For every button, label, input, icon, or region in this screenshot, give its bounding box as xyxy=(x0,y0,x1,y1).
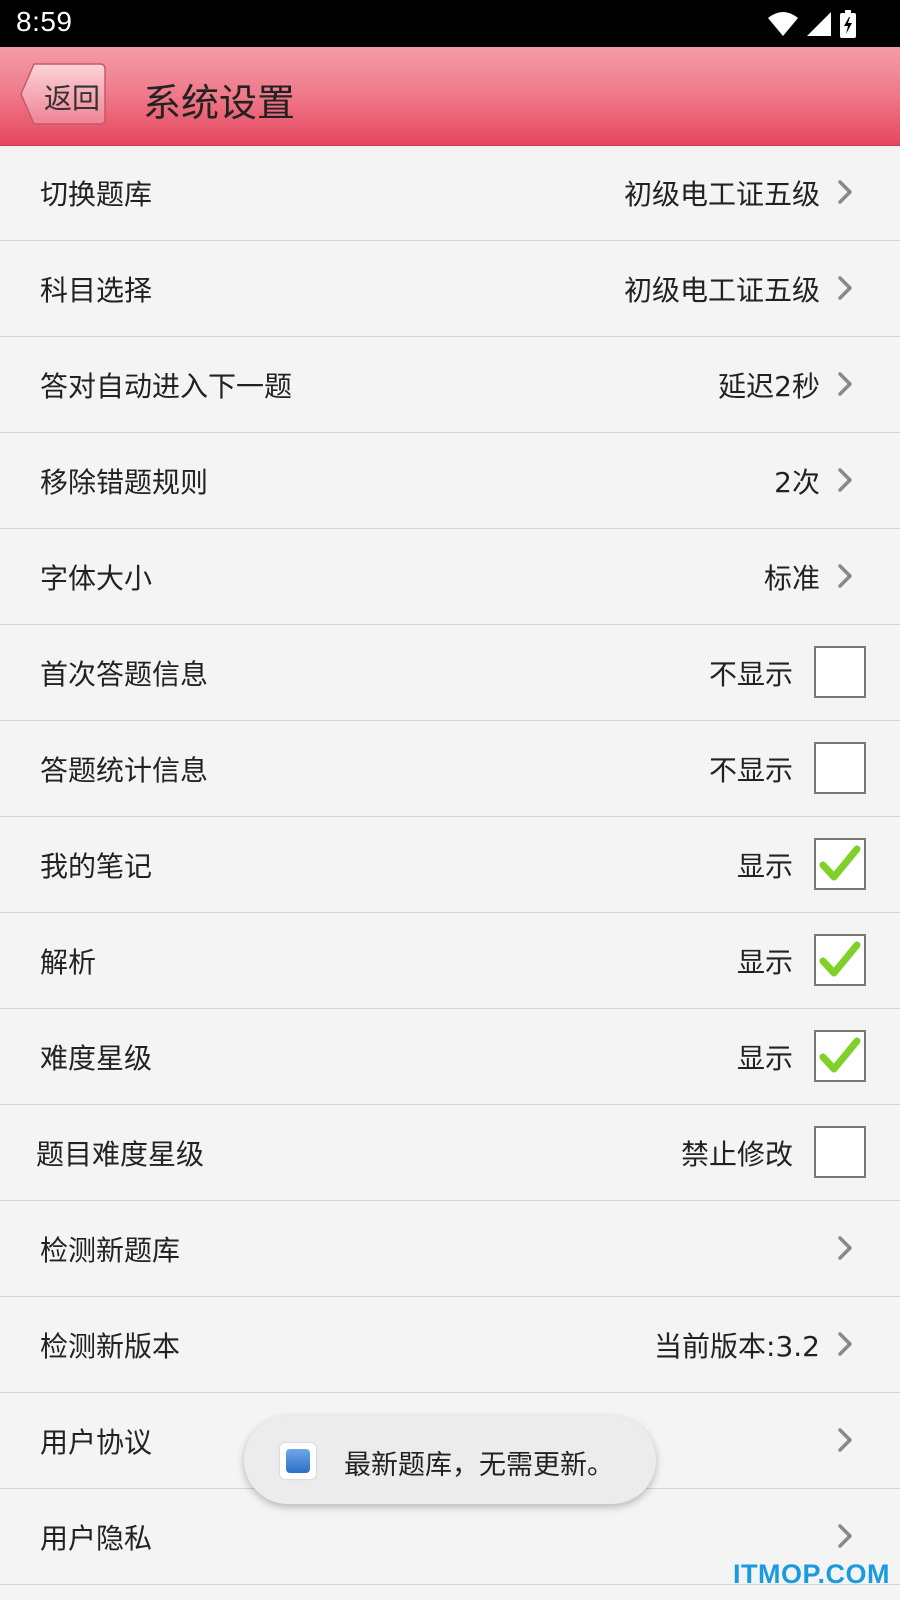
setting-label: 题目难度星级 xyxy=(36,1138,205,1171)
chevron-right-icon xyxy=(838,180,852,204)
status-bar: 8:59 xyxy=(0,0,900,47)
setting-question-difficulty-stars[interactable]: 题目难度星级 禁止修改 xyxy=(0,1105,900,1201)
setting-label: 答对自动进入下一题 xyxy=(40,370,293,403)
chevron-right-icon xyxy=(838,372,852,396)
setting-value: 显示 xyxy=(736,1042,793,1075)
setting-value: 当前版本:3.2 xyxy=(654,1330,820,1363)
chevron-right-icon xyxy=(838,564,852,588)
setting-value: 不显示 xyxy=(708,754,793,787)
setting-remove-wrong-rule[interactable]: 移除错题规则 2次 xyxy=(0,433,900,529)
setting-label: 难度星级 xyxy=(40,1042,153,1075)
toast-message: 最新题库，无需更新。 xyxy=(244,1416,656,1504)
setting-label: 我的笔记 xyxy=(40,850,153,883)
setting-label: 首次答题信息 xyxy=(40,658,209,691)
setting-label: 检测新题库 xyxy=(40,1234,181,1267)
setting-label: 答题统计信息 xyxy=(40,754,209,787)
watermark: ITMOP.COM xyxy=(732,1559,890,1589)
setting-answer-statistics-info[interactable]: 答题统计信息 不显示 xyxy=(0,721,900,817)
setting-value: 不显示 xyxy=(708,658,793,691)
setting-value: 显示 xyxy=(736,850,793,883)
toast-text: 最新题库，无需更新。 xyxy=(344,1450,614,1481)
checkmark-icon xyxy=(819,845,861,881)
setting-auto-next-question[interactable]: 答对自动进入下一题 延迟2秒 xyxy=(0,337,900,433)
setting-label: 字体大小 xyxy=(40,562,153,595)
setting-font-size[interactable]: 字体大小 标准 xyxy=(0,529,900,625)
app-icon xyxy=(280,1443,316,1479)
header-bar: 返回 系统设置 xyxy=(0,47,900,146)
setting-check-new-question-bank[interactable]: 检测新题库 xyxy=(0,1201,900,1297)
setting-value: 显示 xyxy=(736,946,793,979)
setting-value: 初级电工证五级 xyxy=(623,274,820,307)
page-title: 系统设置 xyxy=(143,81,296,125)
chevron-right-icon xyxy=(838,1332,852,1356)
setting-my-notes[interactable]: 我的笔记 显示 xyxy=(0,817,900,913)
setting-label: 检测新版本 xyxy=(40,1330,181,1363)
setting-check-new-version[interactable]: 检测新版本 当前版本:3.2 xyxy=(0,1297,900,1393)
status-icons xyxy=(768,10,856,38)
setting-value: 初级电工证五级 xyxy=(623,178,820,211)
checkbox-unchecked[interactable] xyxy=(814,1126,866,1178)
back-button[interactable]: 返回 xyxy=(20,63,106,125)
setting-label: 用户隐私 xyxy=(40,1522,153,1555)
setting-value: 延迟2秒 xyxy=(718,370,820,403)
back-label: 返回 xyxy=(44,82,101,115)
setting-value: 标准 xyxy=(763,562,820,595)
chevron-right-icon xyxy=(838,1428,852,1452)
settings-list: 切换题库 初级电工证五级 科目选择 初级电工证五级 答对自动进入下一题 延迟2秒… xyxy=(0,145,900,1585)
setting-difficulty-stars[interactable]: 难度星级 显示 xyxy=(0,1009,900,1105)
checkbox-checked[interactable] xyxy=(814,934,866,986)
setting-first-answer-info[interactable]: 首次答题信息 不显示 xyxy=(0,625,900,721)
chevron-right-icon xyxy=(838,468,852,492)
checkbox-checked[interactable] xyxy=(814,1030,866,1082)
battery-charging-icon xyxy=(840,10,856,38)
setting-analysis[interactable]: 解析 显示 xyxy=(0,913,900,1009)
setting-value: 禁止修改 xyxy=(680,1138,793,1171)
setting-switch-question-bank[interactable]: 切换题库 初级电工证五级 xyxy=(0,145,900,241)
setting-label: 科目选择 xyxy=(40,274,153,307)
wifi-icon xyxy=(768,12,798,36)
chevron-right-icon xyxy=(838,1236,852,1260)
checkbox-unchecked[interactable] xyxy=(814,646,866,698)
checkmark-icon xyxy=(819,941,861,977)
chevron-right-icon xyxy=(838,276,852,300)
checkbox-unchecked[interactable] xyxy=(814,742,866,794)
setting-label: 切换题库 xyxy=(40,178,153,211)
status-time: 8:59 xyxy=(16,6,73,37)
setting-label: 用户协议 xyxy=(40,1426,153,1459)
setting-label: 移除错题规则 xyxy=(40,466,209,499)
setting-value: 2次 xyxy=(774,466,820,499)
cellular-signal-icon xyxy=(807,12,831,36)
checkmark-icon xyxy=(819,1037,861,1073)
chevron-right-icon xyxy=(838,1524,852,1548)
setting-label: 解析 xyxy=(40,946,97,979)
checkbox-checked[interactable] xyxy=(814,838,866,890)
setting-subject-selection[interactable]: 科目选择 初级电工证五级 xyxy=(0,241,900,337)
